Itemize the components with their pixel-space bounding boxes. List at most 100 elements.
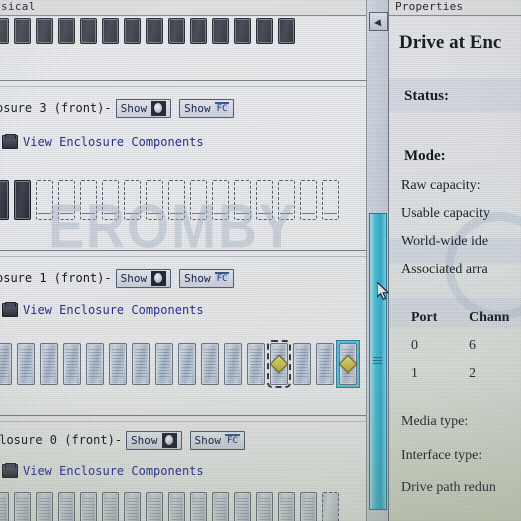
drive-bay-body <box>224 343 242 385</box>
drive-bay-body <box>86 343 104 385</box>
drive-bay[interactable] <box>278 492 295 521</box>
drive-bay-body <box>14 492 31 521</box>
drive-bay[interactable] <box>212 18 229 44</box>
drive-bay-body <box>146 180 163 220</box>
scroll-up-button[interactable] <box>369 12 388 31</box>
drive-bay[interactable] <box>316 343 334 385</box>
drive-bay[interactable] <box>201 343 219 385</box>
drive-bay-body <box>14 180 31 220</box>
drive-bay[interactable] <box>80 180 97 220</box>
drive-bay[interactable] <box>278 180 295 220</box>
drive-bay[interactable] <box>36 18 53 44</box>
drive-bay[interactable] <box>212 180 229 220</box>
drive-bay[interactable] <box>146 492 163 521</box>
drive-bay[interactable] <box>132 343 150 385</box>
drive-bay[interactable] <box>190 492 207 521</box>
drive-bay-body <box>278 492 295 521</box>
enclosure-header-1: osure 1 (front)- Show Show FC <box>0 268 242 288</box>
drive-bay[interactable] <box>40 343 58 385</box>
drive-bay-body <box>300 492 317 521</box>
view-enclosure-components-link-3[interactable]: View Enclosure Components <box>2 134 204 150</box>
drive-bay[interactable] <box>247 343 265 385</box>
drive-bay[interactable] <box>36 492 53 521</box>
drive-bay[interactable] <box>224 343 242 385</box>
drive-bay[interactable] <box>300 180 317 220</box>
show-fc-button-1[interactable]: Show FC <box>179 268 235 288</box>
drive-bay[interactable] <box>14 180 31 220</box>
enclosure-divider <box>0 415 388 416</box>
show-drives-button-1[interactable]: Show <box>115 268 172 288</box>
drive-bay[interactable] <box>124 18 141 44</box>
drive-bay[interactable] <box>124 180 141 220</box>
drive-bay[interactable] <box>234 180 251 220</box>
drive-bay-body <box>80 18 97 44</box>
drive-bay[interactable] <box>256 18 273 44</box>
drive-bay[interactable] <box>102 180 119 220</box>
drive-bay[interactable] <box>256 492 273 521</box>
drive-bay[interactable] <box>80 492 97 521</box>
drive-bay[interactable] <box>155 343 173 385</box>
show-fc-button-3[interactable]: Show FC <box>179 98 235 118</box>
drive-bay[interactable] <box>146 18 163 44</box>
drive-bay[interactable] <box>36 180 53 220</box>
drive-bay-body <box>278 18 295 44</box>
drive-bay[interactable] <box>256 180 273 220</box>
drive-bay[interactable] <box>109 343 127 385</box>
drive-bay-body <box>256 18 273 44</box>
drive-bay-body <box>168 180 185 220</box>
drive-bay[interactable] <box>58 492 75 521</box>
drive-bay[interactable] <box>124 492 141 521</box>
drive-bay[interactable] <box>267 340 291 388</box>
screen-capture: sical osure 3 (front)- Show Show FC View… <box>0 0 521 521</box>
enclosure-components-icon <box>2 134 18 149</box>
drive-bay[interactable] <box>14 18 31 44</box>
drive-bay[interactable] <box>14 492 31 521</box>
drive-bay[interactable] <box>58 18 75 44</box>
drive-bay[interactable] <box>168 492 185 521</box>
drive-bay[interactable] <box>86 343 104 385</box>
drive-bay[interactable] <box>17 343 35 385</box>
view-enclosure-components-label-3: View Enclosure Components <box>23 135 204 149</box>
drive-bay[interactable] <box>146 180 163 220</box>
drive-bay[interactable] <box>0 492 9 521</box>
drive-bay-body <box>234 180 251 220</box>
enclosure-components-icon <box>2 302 18 317</box>
drive-bay[interactable] <box>212 492 229 521</box>
drive-bay[interactable] <box>0 343 12 385</box>
fc-badge-icon: FC <box>214 272 230 284</box>
view-enclosure-components-link-1[interactable]: View Enclosure Components <box>2 302 204 318</box>
drive-bay[interactable] <box>234 492 251 521</box>
drive-bay-body <box>212 492 229 521</box>
show-fc-button-0[interactable]: Show FC <box>189 430 245 450</box>
vertical-scrollbar[interactable] <box>366 0 389 521</box>
drive-bay[interactable] <box>63 343 81 385</box>
drive-bay[interactable] <box>293 343 311 385</box>
drive-bay[interactable] <box>322 180 339 220</box>
show-drives-button-3[interactable]: Show <box>115 98 172 118</box>
drive-bay[interactable] <box>168 180 185 220</box>
drive-bay[interactable] <box>0 180 9 220</box>
drive-bay[interactable] <box>300 492 317 521</box>
drive-bay[interactable] <box>278 18 295 44</box>
drive-bay[interactable] <box>322 492 339 521</box>
show-drives-label-0: Show <box>131 433 158 447</box>
drive-bay[interactable] <box>190 18 207 44</box>
drive-bay[interactable] <box>102 18 119 44</box>
fc-badge-icon: FC <box>225 434 240 446</box>
tab-properties[interactable]: Properties <box>389 0 521 16</box>
drive-bay[interactable] <box>168 18 185 44</box>
drive-bay[interactable] <box>102 492 119 521</box>
drive-bay[interactable] <box>58 180 75 220</box>
drive-bay-body <box>124 492 141 521</box>
tab-physical[interactable]: sical <box>0 0 388 16</box>
drive-bay-body <box>17 343 35 385</box>
drive-bay[interactable] <box>0 18 9 44</box>
drive-bay[interactable] <box>190 180 207 220</box>
drive-row-partial <box>0 18 300 44</box>
drive-bay-selected[interactable] <box>336 340 360 388</box>
view-enclosure-components-link-0[interactable]: View Enclosure Components <box>2 463 204 479</box>
drive-bay[interactable] <box>234 18 251 44</box>
drive-bay[interactable] <box>80 18 97 44</box>
drive-bay[interactable] <box>178 343 196 385</box>
show-drives-button-0[interactable]: Show <box>126 430 182 450</box>
